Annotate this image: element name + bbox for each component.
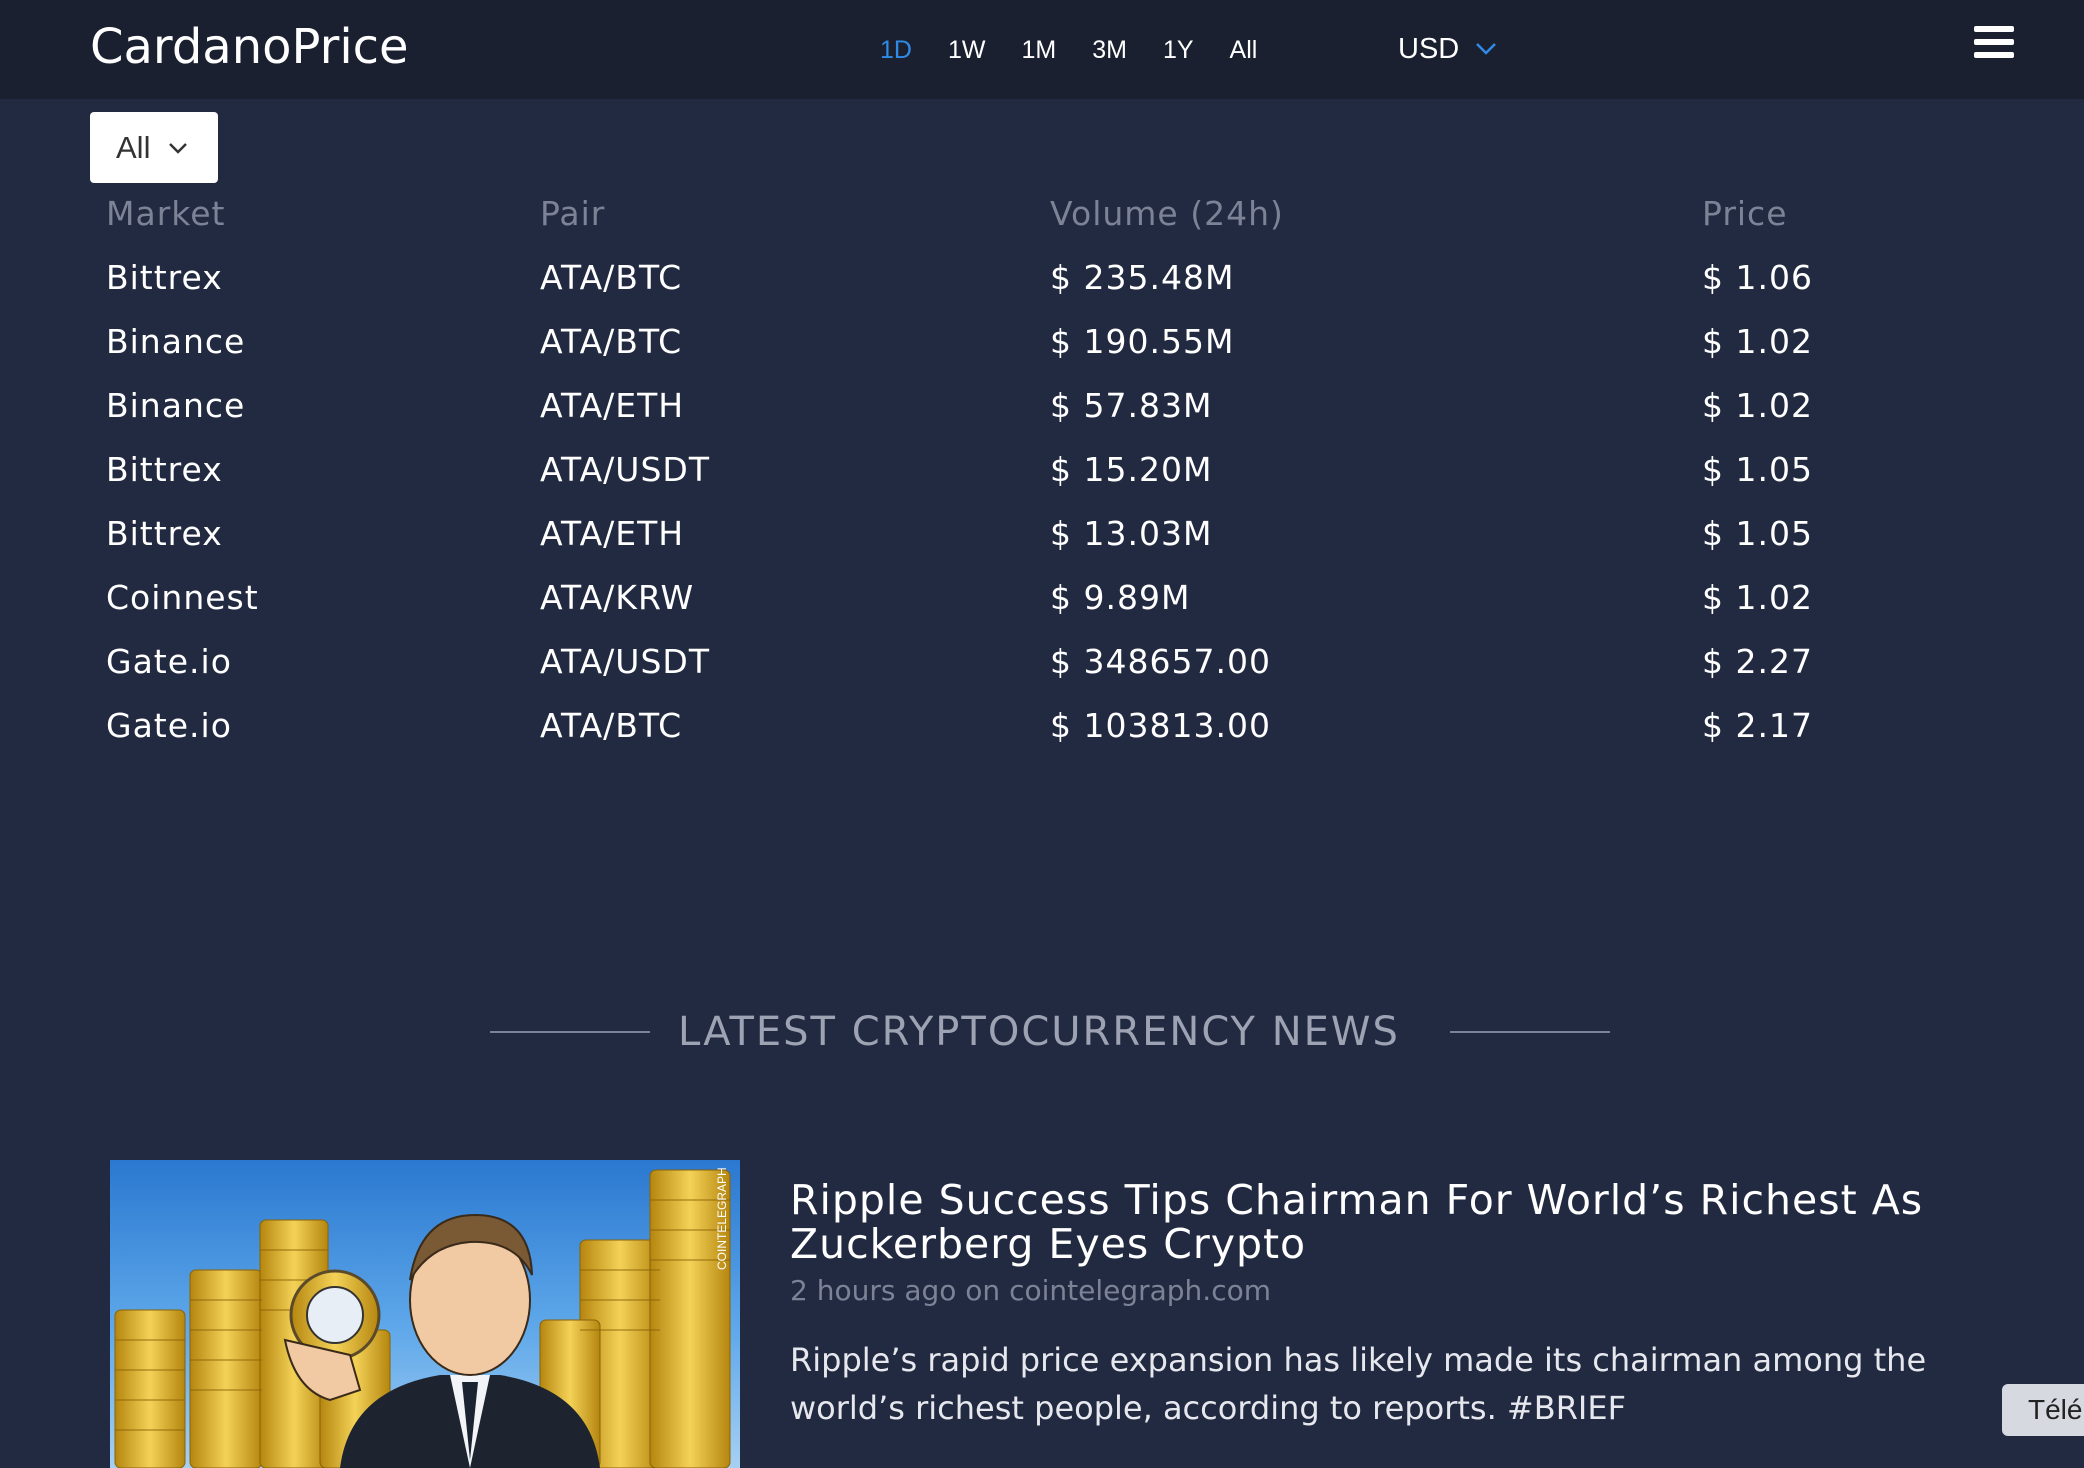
- volume-cell: $ 348657.00: [1050, 642, 1271, 681]
- volume-cell: $ 9.89M: [1050, 578, 1191, 617]
- market-cell: Gate.io: [106, 706, 232, 745]
- filter-label: All: [116, 129, 151, 165]
- pair-cell: ATA/BTC: [540, 322, 683, 361]
- volume-cell: $ 235.48M: [1050, 258, 1235, 297]
- article-thumbnail[interactable]: COINTELEGRAPH: [110, 1160, 740, 1468]
- pair-cell: ATA/BTC: [540, 258, 683, 297]
- chevron-down-icon: [169, 142, 188, 154]
- range-tab-1y[interactable]: 1Y: [1163, 26, 1194, 74]
- range-tab-1d[interactable]: 1D: [880, 26, 912, 74]
- floating-download-button[interactable]: Télé: [2002, 1384, 2084, 1436]
- price-cell: $ 1.05: [1702, 450, 1813, 489]
- article-summary: Ripple’s rapid price expansion has likel…: [790, 1341, 1927, 1427]
- news-section-heading: LATEST CRYPTOCURRENCY NEWS: [0, 1000, 2084, 1064]
- markets-table: Market Pair Volume (24h) Price Bittrex A…: [0, 182, 2084, 758]
- price-cell: $ 1.02: [1702, 322, 1813, 361]
- table-row[interactable]: Bittrex ATA/BTC $ 235.48M $ 1.06: [0, 246, 2084, 310]
- market-cell: Binance: [106, 322, 246, 361]
- volume-cell: $ 13.03M: [1050, 514, 1213, 553]
- menu-icon[interactable]: [1974, 26, 2014, 62]
- table-row[interactable]: Coinnest ATA/KRW $ 9.89M $ 1.02: [0, 566, 2084, 630]
- currency-selector[interactable]: USD: [1398, 24, 1497, 74]
- article-title[interactable]: Ripple Success Tips Chairman For World’s…: [790, 1178, 1990, 1266]
- table-row[interactable]: Gate.io ATA/USDT $ 348657.00 $ 2.27: [0, 630, 2084, 694]
- column-header-price[interactable]: Price: [1702, 182, 1788, 246]
- pair-cell: ATA/BTC: [540, 706, 683, 745]
- pair-cell: ATA/ETH: [540, 386, 685, 425]
- article-meta: 2 hours ago on cointelegraph.com: [790, 1274, 1272, 1307]
- volume-cell: $ 103813.00: [1050, 706, 1271, 745]
- market-cell: Bittrex: [106, 258, 223, 297]
- table-row[interactable]: Bittrex ATA/ETH $ 13.03M $ 1.05: [0, 502, 2084, 566]
- range-tab-3m[interactable]: 3M: [1092, 26, 1127, 74]
- table-row[interactable]: Binance ATA/ETH $ 57.83M $ 1.02: [0, 374, 2084, 438]
- top-bar: CardanoPrice 1D 1W 1M 3M 1Y All USD: [0, 0, 2084, 99]
- price-cell: $ 1.02: [1702, 386, 1813, 425]
- table-row[interactable]: Gate.io ATA/BTC $ 103813.00 $ 2.17: [0, 694, 2084, 758]
- price-cell: $ 1.06: [1702, 258, 1813, 297]
- pair-cell: ATA/KRW: [540, 578, 695, 617]
- pair-cell: ATA/ETH: [540, 514, 685, 553]
- price-cell: $ 1.02: [1702, 578, 1813, 617]
- volume-cell: $ 190.55M: [1050, 322, 1235, 361]
- range-tab-1m[interactable]: 1M: [1021, 26, 1056, 74]
- volume-cell: $ 15.20M: [1050, 450, 1213, 489]
- currency-label: USD: [1398, 32, 1460, 65]
- pair-cell: ATA/USDT: [540, 642, 710, 681]
- range-tab-1w[interactable]: 1W: [948, 26, 986, 74]
- market-cell: Gate.io: [106, 642, 232, 681]
- column-header-volume[interactable]: Volume (24h): [1050, 182, 1284, 246]
- column-header-pair[interactable]: Pair: [540, 182, 605, 246]
- market-cell: Coinnest: [106, 578, 259, 617]
- heading-divider-right: [1450, 1031, 1610, 1033]
- time-range-tabs: 1D 1W 1M 3M 1Y All: [880, 26, 1293, 74]
- volume-cell: $ 57.83M: [1050, 386, 1213, 425]
- price-cell: $ 2.27: [1702, 642, 1813, 681]
- price-cell: $ 1.05: [1702, 514, 1813, 553]
- market-cell: Bittrex: [106, 514, 223, 553]
- table-row[interactable]: Binance ATA/BTC $ 190.55M $ 1.02: [0, 310, 2084, 374]
- market-cell: Bittrex: [106, 450, 223, 489]
- site-logo[interactable]: CardanoPrice: [90, 14, 409, 80]
- column-header-market[interactable]: Market: [106, 182, 225, 246]
- range-tab-all[interactable]: All: [1230, 26, 1258, 74]
- image-watermark: COINTELEGRAPH: [715, 1167, 729, 1270]
- table-header-row: Market Pair Volume (24h) Price: [0, 182, 2084, 246]
- price-cell: $ 2.17: [1702, 706, 1813, 745]
- market-filter-dropdown[interactable]: All: [90, 112, 218, 183]
- chevron-down-icon: [1476, 43, 1497, 55]
- news-heading-text: LATEST CRYPTOCURRENCY NEWS: [678, 1009, 1400, 1055]
- pair-cell: ATA/USDT: [540, 450, 710, 489]
- table-row[interactable]: Bittrex ATA/USDT $ 15.20M $ 1.05: [0, 438, 2084, 502]
- market-cell: Binance: [106, 386, 246, 425]
- article-illustration: COINTELEGRAPH: [114, 1167, 731, 1468]
- heading-divider-left: [490, 1031, 650, 1033]
